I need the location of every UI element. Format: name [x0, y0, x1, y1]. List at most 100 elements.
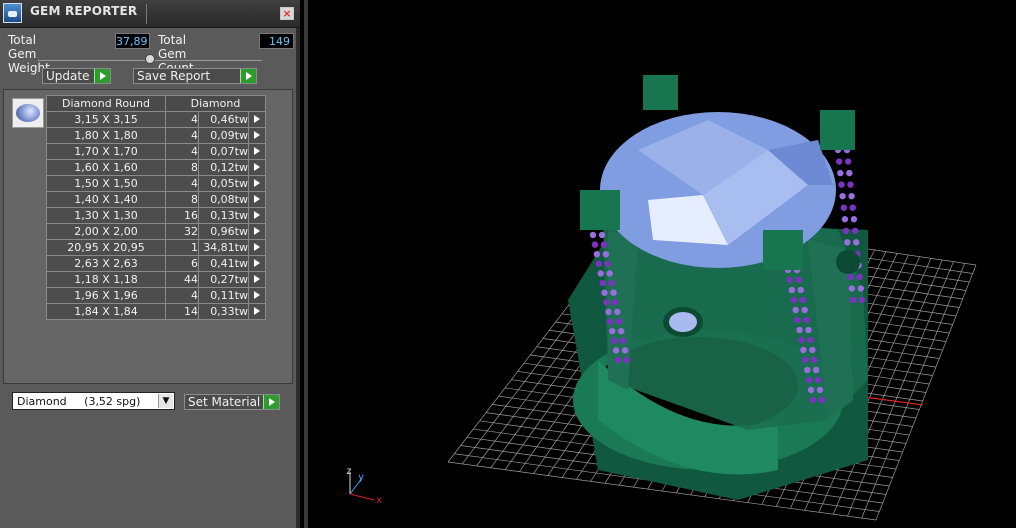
3d-viewport[interactable]: z y x — [304, 0, 1016, 528]
accent-stone — [619, 337, 627, 344]
gem-weight-cell: 0,05tw — [198, 175, 249, 192]
accent-stone — [614, 356, 622, 364]
accent-stone — [616, 318, 623, 325]
accent-stone — [612, 347, 620, 354]
close-button[interactable]: × — [280, 7, 294, 20]
gem-weight-cell: 0,46tw — [198, 111, 249, 128]
gem-size-cell: 1,84 X 1,84 — [46, 303, 166, 320]
accent-stone — [856, 273, 863, 281]
gem-count-cell: 8 — [165, 191, 199, 208]
gem-reporter-app-icon — [3, 3, 22, 23]
accent-stone — [607, 318, 614, 325]
select-row-arrow-icon[interactable] — [248, 303, 266, 320]
accent-stone — [849, 296, 857, 304]
select-row-arrow-icon[interactable] — [248, 127, 266, 144]
select-row-arrow-icon[interactable] — [248, 111, 266, 128]
select-row-arrow-icon[interactable] — [248, 207, 266, 224]
accent-stone — [799, 296, 806, 304]
table-row: 1,30 X 1,30 16 0,13tw — [46, 207, 266, 224]
gem-count-cell: 4 — [165, 127, 199, 144]
set-material-button[interactable]: Set Material — [184, 394, 280, 410]
accent-stone — [605, 308, 612, 316]
gem-weight-cell: 0,11tw — [198, 287, 249, 304]
accent-stone — [794, 316, 801, 324]
select-row-arrow-icon[interactable] — [248, 191, 266, 208]
play-arrow-icon — [263, 395, 279, 409]
accent-stone — [614, 308, 621, 316]
prong — [643, 75, 678, 110]
accent-stone — [796, 326, 803, 334]
material-dropdown[interactable]: Diamond (3,52 spg) ▼ — [12, 392, 175, 410]
accent-stone — [816, 386, 824, 394]
gem-size-cell: 1,40 X 1,40 — [46, 191, 166, 208]
material-selected-value: Diamond (3,52 spg) — [17, 395, 141, 408]
table-row: 2,63 X 2,63 6 0,41tw — [46, 255, 266, 272]
table-row: 1,60 X 1,60 8 0,12tw — [46, 159, 266, 176]
select-row-arrow-icon[interactable] — [248, 287, 266, 304]
total-weight-value: 37,89 — [115, 33, 150, 49]
accent-stone — [811, 356, 818, 364]
slider-handle[interactable] — [145, 54, 155, 64]
table-row: 1,18 X 1,18 44 0,27tw — [46, 271, 266, 288]
accent-stone — [593, 251, 601, 258]
gem-weight-cell: 0,13tw — [198, 207, 249, 224]
table-row: 1,40 X 1,40 8 0,08tw — [46, 191, 266, 208]
gem-size-cell: 2,63 X 2,63 — [46, 255, 166, 272]
select-row-arrow-icon[interactable] — [248, 175, 266, 192]
ring-model — [568, 75, 868, 500]
gem-weight-cell: 0,08tw — [198, 191, 249, 208]
gem-count-cell: 4 — [165, 175, 199, 192]
gem-count-cell: 16 — [165, 207, 199, 224]
select-row-arrow-icon[interactable] — [248, 223, 266, 240]
window-title: GEM REPORTER — [30, 4, 138, 18]
accent-stone — [840, 204, 847, 211]
table-row: 20,95 X 20,95 1 34,81tw — [46, 239, 266, 256]
accent-stone — [595, 260, 602, 268]
accent-stone — [818, 396, 826, 404]
accent-stone — [802, 356, 809, 364]
gem-count-cell: 44 — [165, 271, 199, 288]
play-arrow-icon — [94, 69, 110, 83]
accent-stone — [809, 346, 816, 354]
select-row-arrow-icon[interactable] — [248, 159, 266, 176]
chevron-down-icon[interactable]: ▼ — [158, 394, 173, 408]
table-row: 1,96 X 1,96 4 0,11tw — [46, 287, 266, 304]
save-report-button[interactable]: Save Report — [133, 68, 257, 84]
gem-weight-cell: 0,96tw — [198, 223, 249, 240]
accent-stone — [814, 376, 822, 384]
play-arrow-icon — [240, 69, 256, 83]
accent-stone — [601, 289, 608, 296]
gem-weight-cell: 0,09tw — [198, 127, 249, 144]
axis-triad: z y x — [346, 466, 382, 506]
accent-stone — [800, 346, 807, 354]
accent-stone — [606, 270, 613, 277]
accent-stone — [795, 276, 803, 284]
gem-count-cell: 4 — [165, 143, 199, 160]
accent-stone — [790, 296, 797, 304]
select-row-arrow-icon[interactable] — [248, 143, 266, 160]
accent-stone — [610, 337, 618, 344]
update-button[interactable]: Update — [42, 68, 111, 84]
accent-stone — [837, 169, 844, 177]
accent-stone — [604, 260, 611, 268]
axis-z-label: z — [346, 466, 352, 477]
accent-stone — [612, 299, 619, 306]
accent-stone — [807, 336, 814, 344]
accent-stone — [842, 227, 850, 234]
table-row: 2,00 X 2,00 32 0,96tw — [46, 223, 266, 240]
accent-stone — [849, 204, 856, 211]
grid-line — [875, 264, 977, 521]
accent-stone — [589, 231, 597, 239]
select-row-arrow-icon[interactable] — [248, 239, 266, 256]
accent-stone — [807, 386, 815, 394]
select-row-arrow-icon[interactable] — [248, 271, 266, 288]
accent-stone — [848, 192, 855, 200]
set-material-button-label: Set Material — [188, 395, 261, 409]
accent-stone — [623, 356, 631, 364]
accent-stone — [599, 279, 606, 287]
accent-stone — [844, 239, 851, 246]
update-button-label: Update — [46, 69, 90, 83]
select-row-arrow-icon[interactable] — [248, 255, 266, 272]
gem-count-cell: 6 — [165, 255, 199, 272]
accent-stone — [600, 241, 608, 248]
